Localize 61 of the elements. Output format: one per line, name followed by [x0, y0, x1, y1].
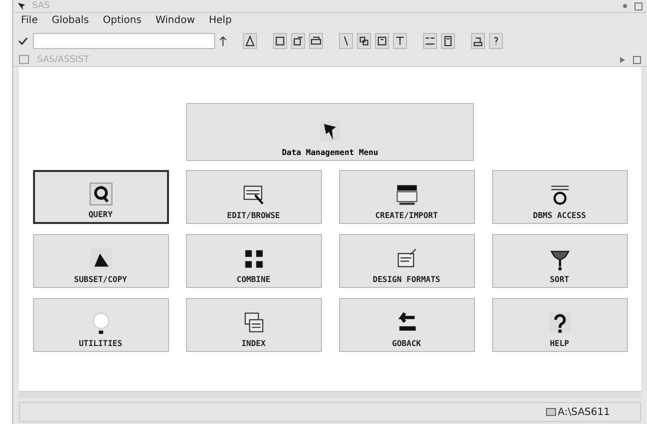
toolbar-button[interactable]: [339, 33, 353, 49]
toolbar-button[interactable]: [273, 33, 287, 49]
menu-header-button[interactable]: Data Management Menu: [186, 103, 474, 161]
menu-tile-button[interactable]: HELP: [492, 298, 628, 352]
menu-tile-button[interactable]: EDIT/BROWSE: [186, 170, 322, 224]
toolbar-button[interactable]: [291, 33, 305, 49]
tool-icon: [472, 35, 484, 47]
menu-tile-button[interactable]: GOBACK: [338, 298, 474, 352]
command-field[interactable]: [33, 33, 215, 49]
menu-tile-button[interactable]: COMBINE: [186, 234, 322, 288]
tool-icon: [394, 35, 406, 47]
tool-icon: [358, 35, 370, 47]
menu-tile-button[interactable]: SUBSET/COPY: [32, 234, 168, 288]
toolbar-button[interactable]: [489, 33, 503, 49]
toolbar-button[interactable]: [309, 33, 323, 49]
arrow-right-icon[interactable]: [619, 56, 625, 62]
menu-tile-button[interactable]: CREATE/IMPORT: [338, 170, 474, 224]
menu-tile-button[interactable]: QUERY: [32, 170, 168, 224]
tile-icon: [394, 183, 418, 207]
menu-item[interactable]: Options: [102, 15, 142, 26]
minimize-icon[interactable]: [622, 3, 628, 9]
tool-icon: [424, 35, 436, 47]
horizontal-scrollbar[interactable]: [19, 391, 641, 398]
menu-item[interactable]: File: [21, 15, 38, 26]
tool-icon: [292, 35, 304, 47]
menu-item[interactable]: Globals: [52, 15, 89, 26]
toolbar-button[interactable]: [471, 33, 485, 49]
arrow-up-icon[interactable]: [219, 36, 227, 46]
menu-tile-button[interactable]: DESIGN FORMATS: [338, 234, 474, 288]
menu-tile-button[interactable]: SORT: [492, 234, 628, 288]
menu-tile-button[interactable]: DBMS ACCESS: [492, 170, 628, 224]
menu-item[interactable]: Help: [208, 15, 232, 26]
menu-tile-button[interactable]: UTILITIES: [32, 298, 168, 352]
tool-icon: [310, 35, 322, 47]
toolbar-button[interactable]: [423, 33, 437, 49]
figure-icon: [319, 120, 341, 142]
check-icon[interactable]: [17, 35, 29, 47]
tile-icon: [242, 311, 266, 335]
maximize-icon[interactable]: [634, 2, 643, 10]
tile-icon: [88, 182, 112, 206]
toolbar-button[interactable]: [357, 33, 371, 49]
maximize-icon[interactable]: [633, 56, 641, 64]
tool-icon: [244, 35, 256, 47]
tile-icon: [242, 183, 266, 207]
toolbar-button[interactable]: [375, 33, 389, 49]
tool-icon: [376, 35, 388, 47]
toolbar-button[interactable]: [441, 33, 455, 49]
app-icon: [17, 2, 26, 10]
tile-icon: [88, 247, 112, 271]
drive-icon: [546, 408, 556, 416]
status-path: A:\SAS611: [558, 406, 610, 418]
tile-icon: [548, 311, 572, 335]
menu-item[interactable]: Window: [155, 15, 195, 26]
window-title: SAS/ASSIST: [37, 54, 90, 64]
window-icon: [19, 55, 29, 64]
window-title: SAS: [32, 1, 51, 11]
tool-icon: [274, 35, 286, 47]
tool-icon: [442, 35, 454, 47]
toolbar-button[interactable]: [393, 33, 407, 49]
toolbar-button[interactable]: [243, 33, 257, 49]
menu-tile-button[interactable]: INDEX: [186, 298, 322, 352]
